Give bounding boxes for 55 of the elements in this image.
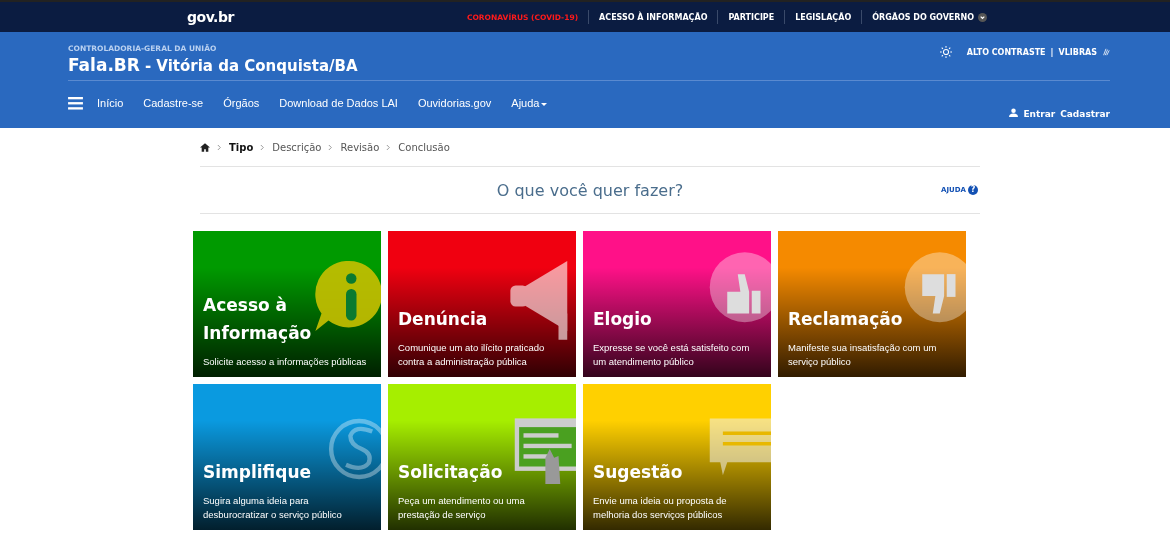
nav-link[interactable]: Início: [97, 97, 124, 109]
nav-link[interactable]: Cadastre-se: [143, 97, 204, 109]
page-heading: O que você quer fazer?: [496, 180, 684, 200]
site-subtitle: - Vitória da Conquista/BA: [144, 57, 358, 75]
card-title: Acesso à Informação: [203, 294, 313, 345]
card-description: Peça um atendimento ou uma prestação de serviço: [398, 494, 526, 522]
card-title: Sugestão: [593, 461, 684, 484]
high-contrast-link[interactable]: ALTO CONTRASTE: [966, 47, 1046, 57]
option-card[interactable]: Acesso à Informação Solicite acesso a informações públicas: [193, 231, 381, 377]
nav-link[interactable]: Ouvidorias.gov: [417, 97, 492, 109]
chevron-down-icon[interactable]: [978, 12, 987, 22]
separator: |: [1050, 47, 1054, 57]
vlibras-link[interactable]: VLIBRAS: [1058, 47, 1097, 57]
option-card[interactable]: Elogio Expresse se você está satisfeito com um atendimento público: [583, 231, 771, 377]
chevron-right-icon: [260, 143, 266, 151]
card-title: Elogio: [593, 308, 653, 331]
card-title: Simplifique: [203, 461, 312, 484]
chevron-right-icon: [386, 143, 392, 151]
card-description: Comunique um ato ilícito praticado contra a administração pública: [398, 341, 546, 369]
nav-link[interactable]: Download de Dados LAI: [279, 97, 398, 109]
option-card[interactable]: Sugestão Envie uma ideia ou proposta de melhoria dos serviços públicos: [583, 384, 771, 530]
site-title[interactable]: Fala.BR: [68, 55, 140, 75]
top-link[interactable]: PARTICIPE: [728, 12, 775, 22]
card-description: Manifeste sua insatisfação com um serviço público: [788, 341, 938, 369]
option-card[interactable]: Denúncia Comunique um ato ilícito praticado contra a administração pública: [388, 231, 576, 377]
breadcrumb-step: Revisão: [340, 141, 380, 153]
contrast-icon[interactable]: [939, 46, 952, 58]
login-link[interactable]: Entrar: [1023, 109, 1056, 119]
user-icon[interactable]: [1009, 108, 1019, 117]
option-card[interactable]: Reclamação Manifeste sua insatisfação com um serviço público: [778, 231, 966, 377]
breadcrumb-step: Tipo: [229, 141, 254, 153]
option-card[interactable]: Solicitação Peça um atendimento ou uma prestação de serviço: [388, 384, 576, 530]
chevron-right-icon: [217, 143, 222, 151]
question-icon[interactable]: ?: [968, 185, 978, 195]
top-link[interactable]: ACESSO À INFORMAÇÃO: [599, 12, 708, 22]
breadcrumb-step: Descrição: [272, 141, 322, 153]
option-card[interactable]: Simplifique Sugira alguma ideia para desburocratizar o serviço público: [193, 384, 381, 530]
nav-link[interactable]: Ajuda: [511, 97, 548, 109]
top-link[interactable]: LEGISLAÇÃO: [795, 12, 852, 22]
card-title: Solicitação: [398, 461, 504, 484]
card-description: Expresse se você está satisfeito com um atendimento público: [593, 341, 751, 369]
nav-link[interactable]: Órgãos: [223, 97, 260, 109]
card-description: Envie uma ideia ou proposta de melhoria dos serviços públicos: [593, 494, 728, 522]
chevron-right-icon: [328, 143, 334, 151]
card-description: Sugira alguma ideia para desburocratizar o serviço público: [203, 494, 343, 522]
card-title: Denúncia: [398, 308, 489, 331]
register-link[interactable]: Cadastrar: [1060, 109, 1110, 119]
home-icon[interactable]: [200, 142, 210, 152]
card-description: Solicite acesso a informações públicas: [203, 355, 368, 369]
breadcrumb-step: Conclusão: [398, 141, 450, 153]
top-link[interactable]: ÓRGÃOS DO GOVERNO: [872, 12, 974, 22]
card-title: Reclamação: [788, 308, 904, 331]
caret-icon[interactable]: [541, 102, 548, 106]
menu-icon[interactable]: [68, 96, 83, 110]
govbr-logo[interactable]: gov.br: [187, 9, 234, 25]
